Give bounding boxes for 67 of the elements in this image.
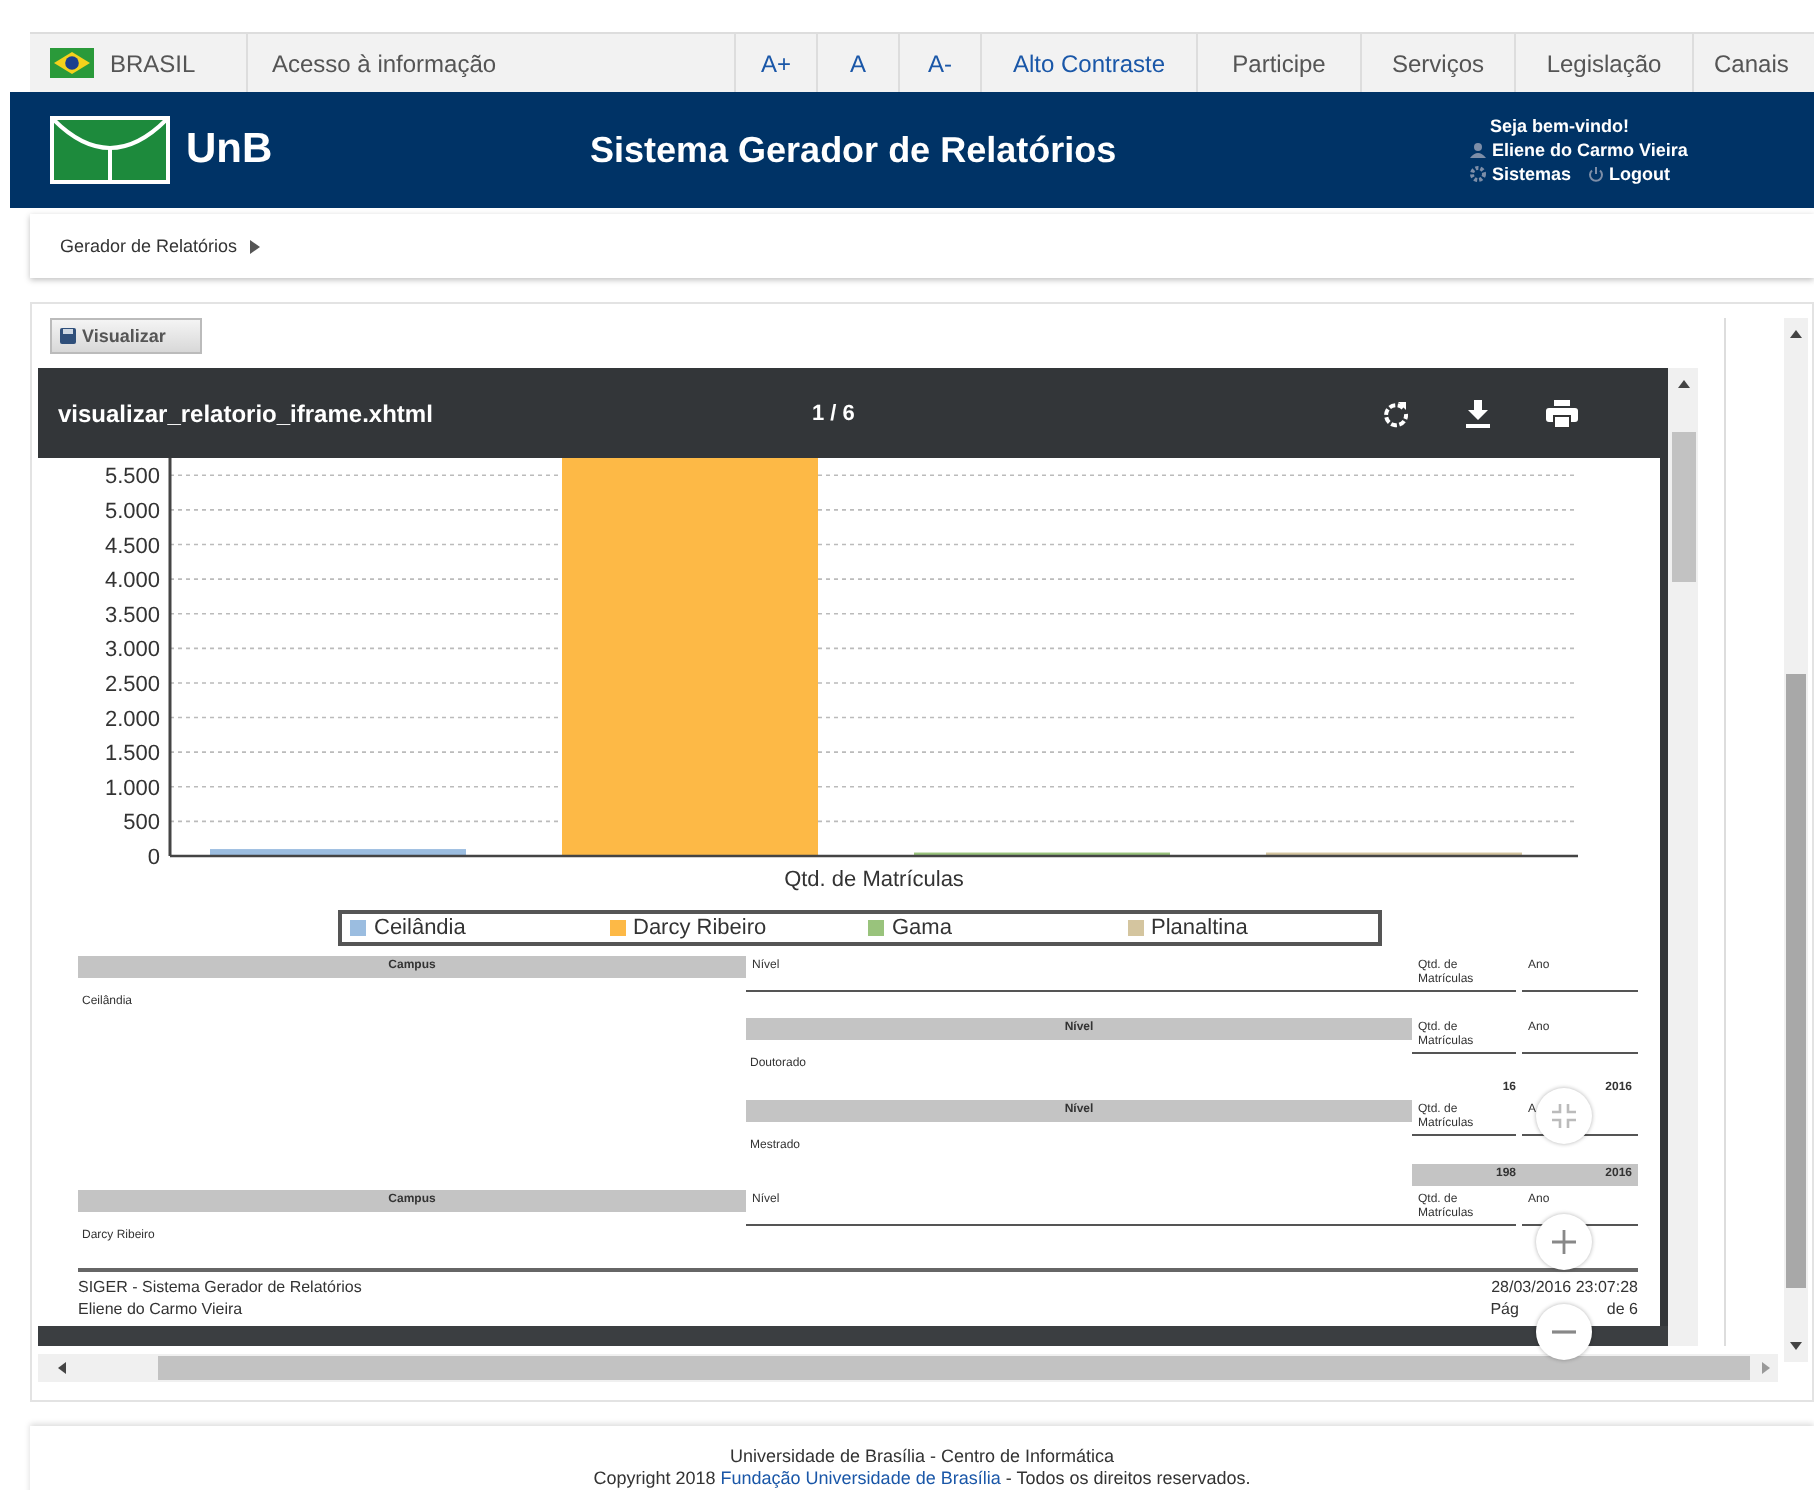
- left-arrow-icon: [58, 1362, 66, 1374]
- print-icon[interactable]: [1546, 399, 1578, 427]
- axis-tick-label: 500: [123, 811, 160, 836]
- legend-label: Darcy Ribeiro: [633, 916, 767, 940]
- page-counter: 1 / 6: [812, 401, 857, 425]
- axis-tick-label: 5.500: [104, 465, 160, 490]
- flag-icon: [50, 48, 94, 78]
- category-label: Qtd. de Matrículas: [784, 868, 964, 892]
- axis-tick-label: 5.000: [104, 499, 160, 524]
- axis-tick-label: 1.000: [104, 776, 160, 801]
- page-title: Sistema Gerador de Relatórios: [590, 129, 1119, 171]
- axis-tick-label: 2.000: [104, 707, 160, 732]
- page-number-text: Pág: [1490, 1298, 1519, 1320]
- foundation-link[interactable]: Fundação Universidade de Brasília: [720, 1468, 1001, 1488]
- axis-tick-label: 2.500: [104, 672, 160, 697]
- up-arrow-icon: [1790, 330, 1803, 338]
- down-arrow-icon: [1790, 1342, 1803, 1350]
- download-icon[interactable]: [1466, 399, 1490, 427]
- visualize-button[interactable]: Visualizar: [50, 318, 202, 354]
- zoom-in-button[interactable]: [1536, 1214, 1592, 1270]
- systems-link[interactable]: Sistemas: [1492, 164, 1572, 184]
- welcome-text: Seja bem-vindo!: [1490, 116, 1632, 136]
- scrollbar-thumb[interactable]: [1786, 674, 1807, 1288]
- up-arrow-icon: [1677, 380, 1689, 388]
- footer-text: Universidade de Brasília - Centro de Informática: [727, 1446, 1117, 1468]
- user-name: Eliene do Carmo Vieira: [1492, 140, 1688, 160]
- axis-tick-label: 4.500: [104, 534, 160, 559]
- collapse-icon: [1552, 1104, 1576, 1128]
- axis-tick-label: 3.500: [104, 603, 160, 628]
- axis-tick-label: 0: [147, 846, 160, 870]
- legend-label: Gama: [892, 916, 952, 940]
- zoom-out-button[interactable]: [1536, 1304, 1592, 1360]
- copyright-text: Copyright 2018 Fundação Universidade de Brasília - Todos os direitos reservados.: [591, 1468, 1253, 1490]
- report-footer-text: Eliene do Carmo Vieira: [78, 1298, 243, 1320]
- document-title: visualizar_relatorio_iframe.xhtml: [56, 399, 435, 427]
- plus-icon: [1552, 1230, 1576, 1254]
- legend-swatch: [350, 920, 366, 936]
- axis-tick-label: 1.500: [104, 742, 160, 767]
- fit-button[interactable]: [1536, 1088, 1592, 1144]
- legend-swatch: [609, 920, 625, 936]
- axis-tick-label: 4.000: [104, 569, 160, 594]
- gear-icon: [1470, 166, 1486, 182]
- unb-logo-icon: [50, 116, 170, 184]
- logo-text: UnB: [186, 126, 273, 174]
- user-icon: [1470, 142, 1486, 158]
- vertical-scrollbar[interactable]: [1784, 318, 1808, 1362]
- horizontal-scrollbar[interactable]: [38, 1354, 1779, 1382]
- legend-swatch: [868, 920, 884, 936]
- vertical-scrollbar[interactable]: [1668, 368, 1698, 1346]
- right-arrow-icon: [1762, 1362, 1771, 1374]
- legend-label: Planaltina: [1151, 916, 1248, 940]
- page-number-text: de 6: [1606, 1298, 1638, 1320]
- nav-link[interactable]: Canais: [1694, 34, 1809, 92]
- breadcrumb-link[interactable]: Gerador de Relatórios: [60, 236, 238, 256]
- legend-swatch: [1127, 920, 1143, 936]
- power-icon: [1587, 166, 1604, 182]
- logout-link[interactable]: Logout: [1609, 164, 1671, 184]
- legend-label: Ceilândia: [374, 916, 466, 940]
- refresh-icon[interactable]: [1382, 399, 1410, 427]
- timestamp-text: 28/03/2016 23:07:28: [1491, 1276, 1638, 1298]
- caret-icon: [249, 239, 260, 253]
- report-footer-text: SIGER - Sistema Gerador de Relatórios: [78, 1276, 362, 1298]
- save-icon: [60, 328, 76, 344]
- minus-icon: [1552, 1330, 1576, 1334]
- axis-tick-label: 3.000: [104, 638, 160, 663]
- scrollbar-thumb[interactable]: [1671, 432, 1695, 582]
- scrollbar-thumb[interactable]: [158, 1356, 1751, 1380]
